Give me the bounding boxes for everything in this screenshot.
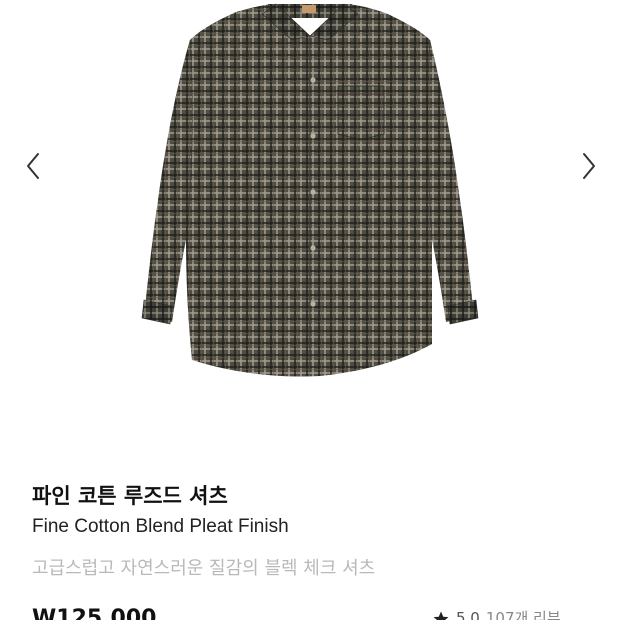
- product-image: [141, 3, 479, 377]
- product-image-carousel[interactable]: [0, 0, 620, 460]
- chevron-left-icon: [27, 153, 39, 179]
- product-title: 파인 코튼 루즈드 셔츠: [32, 484, 228, 508]
- star-icon: [433, 611, 449, 620]
- rating-score: 5.0: [456, 609, 480, 620]
- carousel-next-button[interactable]: [574, 146, 602, 186]
- product-subtitle: Fine Cotton Blend Pleat Finish: [32, 516, 289, 537]
- product-description: 고급스럽고 자연스러운 질감의 블렉 체크 셔츠: [32, 558, 376, 579]
- product-detail-page: 파인 코튼 루즈드 셔츠 Fine Cotton Blend Pleat Fin…: [0, 0, 620, 620]
- review-count: 107개 리뷰: [485, 609, 561, 620]
- chevron-right-icon: [583, 153, 595, 179]
- carousel-prev-button[interactable]: [20, 146, 48, 186]
- product-rating[interactable]: 5.0 107개 리뷰: [432, 607, 561, 620]
- product-price: W125,000: [32, 606, 157, 620]
